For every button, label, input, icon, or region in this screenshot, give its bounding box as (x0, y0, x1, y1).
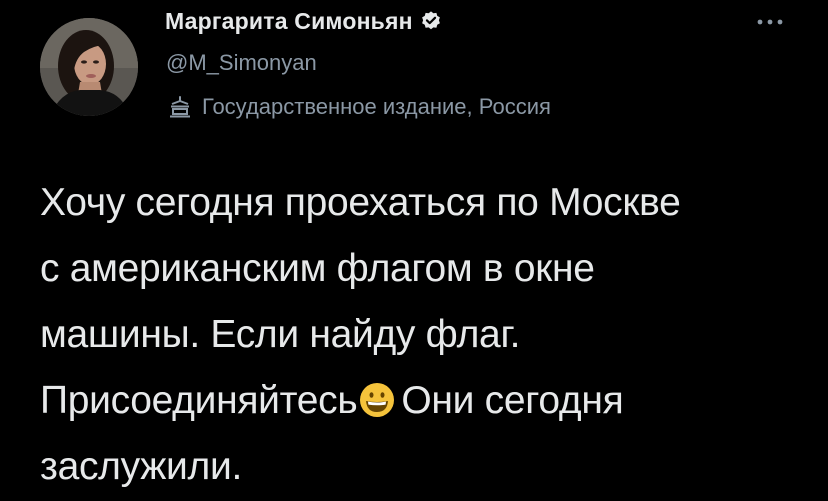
tweet-line: Хочу сегодня проехаться по Москве (40, 181, 681, 224)
tweet-text-fragment: Они сегодня (401, 379, 624, 422)
verified-badge-icon (420, 10, 442, 32)
tweet-line: заслужили. (40, 445, 243, 488)
author-name-row[interactable]: Маргарита Симоньян (165, 4, 442, 38)
tweet-text: Хочу сегодня проехаться по Москве с амер… (40, 170, 800, 500)
author-handle[interactable]: @M_Simonyan (166, 50, 317, 76)
more-options-icon (757, 19, 783, 25)
avatar[interactable] (40, 18, 138, 116)
author-display-name[interactable]: Маргарита Симоньян (165, 8, 413, 35)
state-media-icon (168, 95, 192, 119)
tweet-line: Присоединяйтесь Они сегодня (40, 368, 800, 434)
tweet-text-fragment: Присоединяйтесь (40, 379, 358, 422)
more-options-button[interactable] (752, 12, 792, 32)
tweet: Маргарита Симоньян @M_Simonyan Государст… (0, 0, 828, 501)
state-media-label-text: Государственное издание, Россия (202, 94, 551, 119)
grinning-face-emoji-icon (359, 373, 395, 417)
state-media-label[interactable]: Государственное издание, Россия (168, 92, 551, 122)
avatar-image (40, 18, 138, 116)
tweet-line: машины. Если найду флаг. (40, 313, 521, 356)
tweet-line: с американским флагом в окне (40, 247, 595, 290)
